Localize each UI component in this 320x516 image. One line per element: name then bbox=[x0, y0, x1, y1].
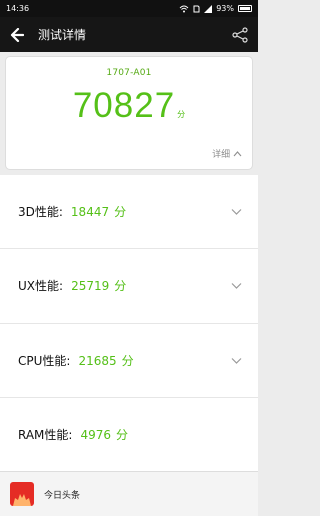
total-score: 70827 分 bbox=[6, 86, 252, 126]
row-unit: 分 bbox=[114, 205, 127, 220]
device-model: 1707-A01 bbox=[106, 68, 152, 78]
row-label: 3D性能: bbox=[18, 205, 63, 220]
ad-label: 今日头条 bbox=[44, 490, 81, 501]
row-3d[interactable]: 3D性能: 18447 分 bbox=[0, 175, 258, 250]
chevron-up-icon bbox=[233, 151, 242, 157]
row-unit: 分 bbox=[116, 428, 129, 443]
row-unit: 分 bbox=[114, 279, 127, 294]
back-arrow-icon[interactable] bbox=[10, 27, 24, 42]
details-toggle[interactable]: 详细 bbox=[212, 147, 242, 160]
row-value: 18447 bbox=[70, 205, 110, 220]
details-label: 详细 bbox=[212, 150, 231, 160]
row-value: 25719 bbox=[71, 279, 110, 294]
row-cpu[interactable]: CPU性能: 21685 分 bbox=[0, 324, 258, 398]
time-label: 14:36 bbox=[6, 4, 30, 13]
ad-banner[interactable]: 今日头条 bbox=[0, 471, 258, 516]
row-label: RAM性能: bbox=[18, 428, 73, 443]
row-value: 21685 bbox=[78, 353, 117, 368]
row-ram[interactable]: RAM性能: 4976 分 bbox=[0, 398, 258, 472]
row-label: CPU性能: bbox=[18, 353, 71, 368]
share-icon[interactable] bbox=[232, 26, 248, 43]
total-score-card: 1707-A01 70827 分 详细 bbox=[6, 57, 252, 169]
row-label: UX性能: bbox=[18, 279, 64, 294]
chevron-down-icon bbox=[231, 357, 242, 364]
row-value: 4976 bbox=[80, 428, 112, 443]
page-title: 测试详情 bbox=[38, 28, 87, 42]
signal-icon bbox=[204, 4, 213, 13]
sim-icon bbox=[193, 5, 200, 12]
wifi-icon bbox=[179, 5, 189, 12]
battery-percent: 93% bbox=[216, 4, 234, 13]
score-breakdown-list: 3D性能: 18447 分 UX性能: 25719 分 CPU性能: 21685… bbox=[0, 175, 258, 472]
battery-icon bbox=[238, 5, 252, 12]
chevron-down-icon bbox=[231, 283, 242, 290]
total-score-value: 70827 bbox=[72, 86, 176, 125]
row-unit: 分 bbox=[121, 353, 134, 368]
toutiao-logo-icon bbox=[10, 482, 34, 506]
status-bar: 14:36 93% bbox=[0, 0, 258, 17]
total-score-unit: 分 bbox=[177, 110, 186, 119]
chevron-down-icon bbox=[231, 209, 242, 215]
app-bar: 测试详情 bbox=[0, 17, 258, 52]
row-ux[interactable]: UX性能: 25719 分 bbox=[0, 249, 258, 324]
status-icons: 93% bbox=[179, 4, 252, 13]
